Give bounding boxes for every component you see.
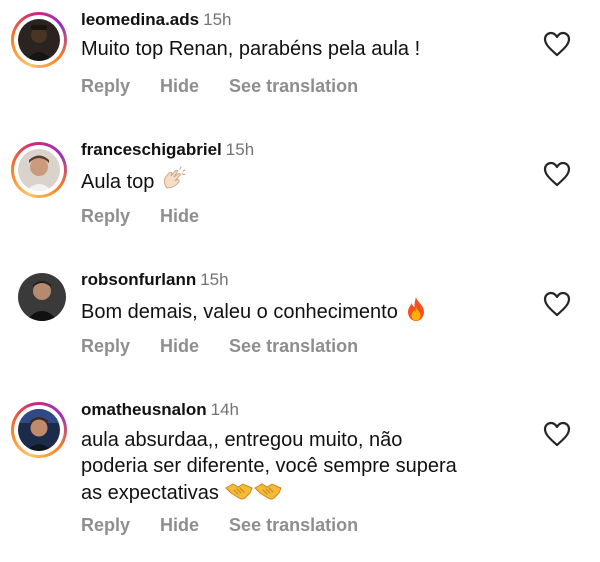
avatar-frame bbox=[11, 266, 67, 322]
avatar[interactable] bbox=[18, 149, 60, 191]
comment-text-content: Aula top bbox=[81, 171, 155, 193]
comment-text-line: poderia ser diferente, você sempre super… bbox=[81, 455, 457, 477]
hide-button[interactable]: Hide bbox=[160, 76, 199, 96]
avatar-frame bbox=[14, 15, 64, 65]
avatar-container bbox=[11, 266, 67, 322]
reply-button[interactable]: Reply bbox=[81, 515, 130, 535]
comment-text-content: Bom demais, valeu o conhecimento bbox=[81, 301, 398, 323]
hide-button[interactable]: Hide bbox=[160, 336, 199, 356]
comment-header: robsonfurlann 15h bbox=[81, 270, 229, 290]
avatar[interactable] bbox=[18, 273, 66, 321]
comment-text: Muito top Renan, parabéns pela aula ! bbox=[81, 38, 421, 60]
like-button[interactable] bbox=[543, 421, 571, 447]
reply-button[interactable]: Reply bbox=[81, 76, 130, 96]
timestamp: 14h bbox=[210, 400, 239, 419]
comment-header: omatheusnalon 14h bbox=[81, 400, 239, 420]
comment-item: robsonfurlann 15h Bom demais, valeu o con… bbox=[0, 260, 600, 370]
reply-button[interactable]: Reply bbox=[81, 206, 130, 226]
comment-item: franceschigabriel 15h Aula top Reply Hide bbox=[0, 130, 600, 240]
story-ring[interactable] bbox=[11, 12, 67, 68]
see-translation-button[interactable]: See translation bbox=[229, 76, 358, 96]
comment-item: omatheusnalon 14h aula absurdaa,, entrego… bbox=[0, 390, 600, 550]
username-link[interactable]: robsonfurlann bbox=[81, 270, 196, 289]
comment-actions: Reply Hide See translation bbox=[81, 336, 388, 356]
story-ring[interactable] bbox=[11, 402, 67, 458]
heart-outline-icon bbox=[543, 161, 571, 187]
comment-actions: Reply Hide bbox=[81, 206, 229, 226]
comment-actions: Reply Hide See translation bbox=[81, 76, 388, 96]
comment-item: leomedina.ads 15h Muito top Renan, parabé… bbox=[0, 0, 600, 110]
avatar-image bbox=[18, 409, 60, 451]
comment-text-content: as expectativas bbox=[81, 482, 219, 504]
timestamp: 15h bbox=[200, 270, 229, 289]
username-link[interactable]: leomedina.ads bbox=[81, 10, 199, 29]
avatar-image bbox=[18, 149, 60, 191]
avatar-image bbox=[18, 19, 60, 61]
comment-actions: Reply Hide See translation bbox=[81, 515, 388, 535]
comment-text-line-last: as expectativas bbox=[81, 479, 521, 510]
heart-outline-icon bbox=[543, 291, 571, 317]
comment-text: Aula top bbox=[81, 166, 521, 199]
clapping-hands-icon bbox=[160, 166, 186, 199]
comment-text: Bom demais, valeu o conhecimento bbox=[81, 296, 521, 329]
fire-icon bbox=[404, 296, 428, 329]
timestamp: 15h bbox=[225, 140, 255, 159]
like-button[interactable] bbox=[543, 291, 571, 317]
avatar-frame bbox=[14, 145, 64, 195]
heart-outline-icon bbox=[543, 421, 571, 447]
hide-button[interactable]: Hide bbox=[160, 515, 199, 535]
like-button[interactable] bbox=[543, 31, 571, 57]
hide-button[interactable]: Hide bbox=[160, 206, 199, 226]
username-link[interactable]: franceschigabriel bbox=[81, 140, 222, 159]
comment-header: leomedina.ads 15h bbox=[81, 10, 231, 30]
avatar-frame bbox=[14, 405, 64, 455]
comment-text: aula absurdaa,, entregou muito, não pode… bbox=[81, 427, 521, 510]
username-link[interactable]: omatheusnalon bbox=[81, 400, 207, 419]
avatar[interactable] bbox=[18, 409, 60, 451]
see-translation-button[interactable]: See translation bbox=[229, 515, 358, 535]
avatar[interactable] bbox=[18, 19, 60, 61]
timestamp: 15h bbox=[203, 10, 232, 29]
story-ring[interactable] bbox=[11, 142, 67, 198]
heart-outline-icon bbox=[543, 31, 571, 57]
like-button[interactable] bbox=[543, 161, 571, 187]
handshake-icon bbox=[225, 479, 283, 510]
see-translation-button[interactable]: See translation bbox=[229, 336, 358, 356]
comment-text-line: aula absurdaa,, entregou muito, não bbox=[81, 429, 403, 451]
comment-header: franceschigabriel 15h bbox=[81, 140, 254, 160]
reply-button[interactable]: Reply bbox=[81, 336, 130, 356]
avatar-image bbox=[18, 273, 66, 321]
